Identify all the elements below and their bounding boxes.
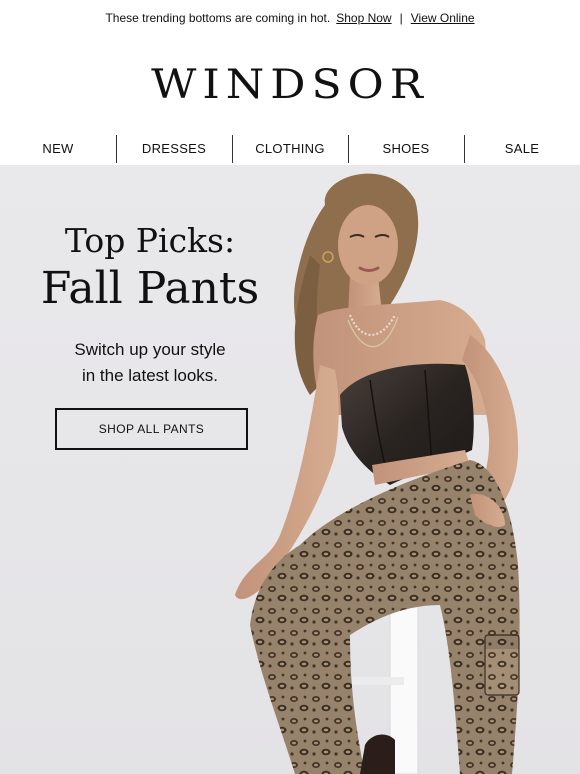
- nav-item-sale[interactable]: SALE: [464, 134, 580, 163]
- brand-logo[interactable]: WINDSOR: [151, 61, 429, 108]
- shop-now-link[interactable]: Shop Now: [336, 11, 391, 25]
- nav-item-shoes[interactable]: SHOES: [348, 134, 464, 163]
- hero-model-image[interactable]: [200, 165, 580, 774]
- preheader-separator: |: [399, 11, 403, 25]
- main-nav: NEW DRESSES CLOTHING SHOES SALE: [0, 132, 580, 165]
- nav-item-clothing[interactable]: CLOTHING: [232, 134, 348, 163]
- nav-item-new[interactable]: NEW: [0, 135, 116, 163]
- logo-container[interactable]: WINDSOR: [0, 36, 580, 132]
- nav-item-dresses[interactable]: DRESSES: [116, 134, 232, 163]
- preheader-text: These trending bottoms are coming in hot…: [105, 11, 331, 25]
- hero-banner[interactable]: Top Picks: Fall Pants Switch up your sty…: [0, 165, 580, 774]
- preheader: These trending bottoms are coming in hot…: [0, 0, 580, 36]
- view-online-link[interactable]: View Online: [411, 11, 475, 25]
